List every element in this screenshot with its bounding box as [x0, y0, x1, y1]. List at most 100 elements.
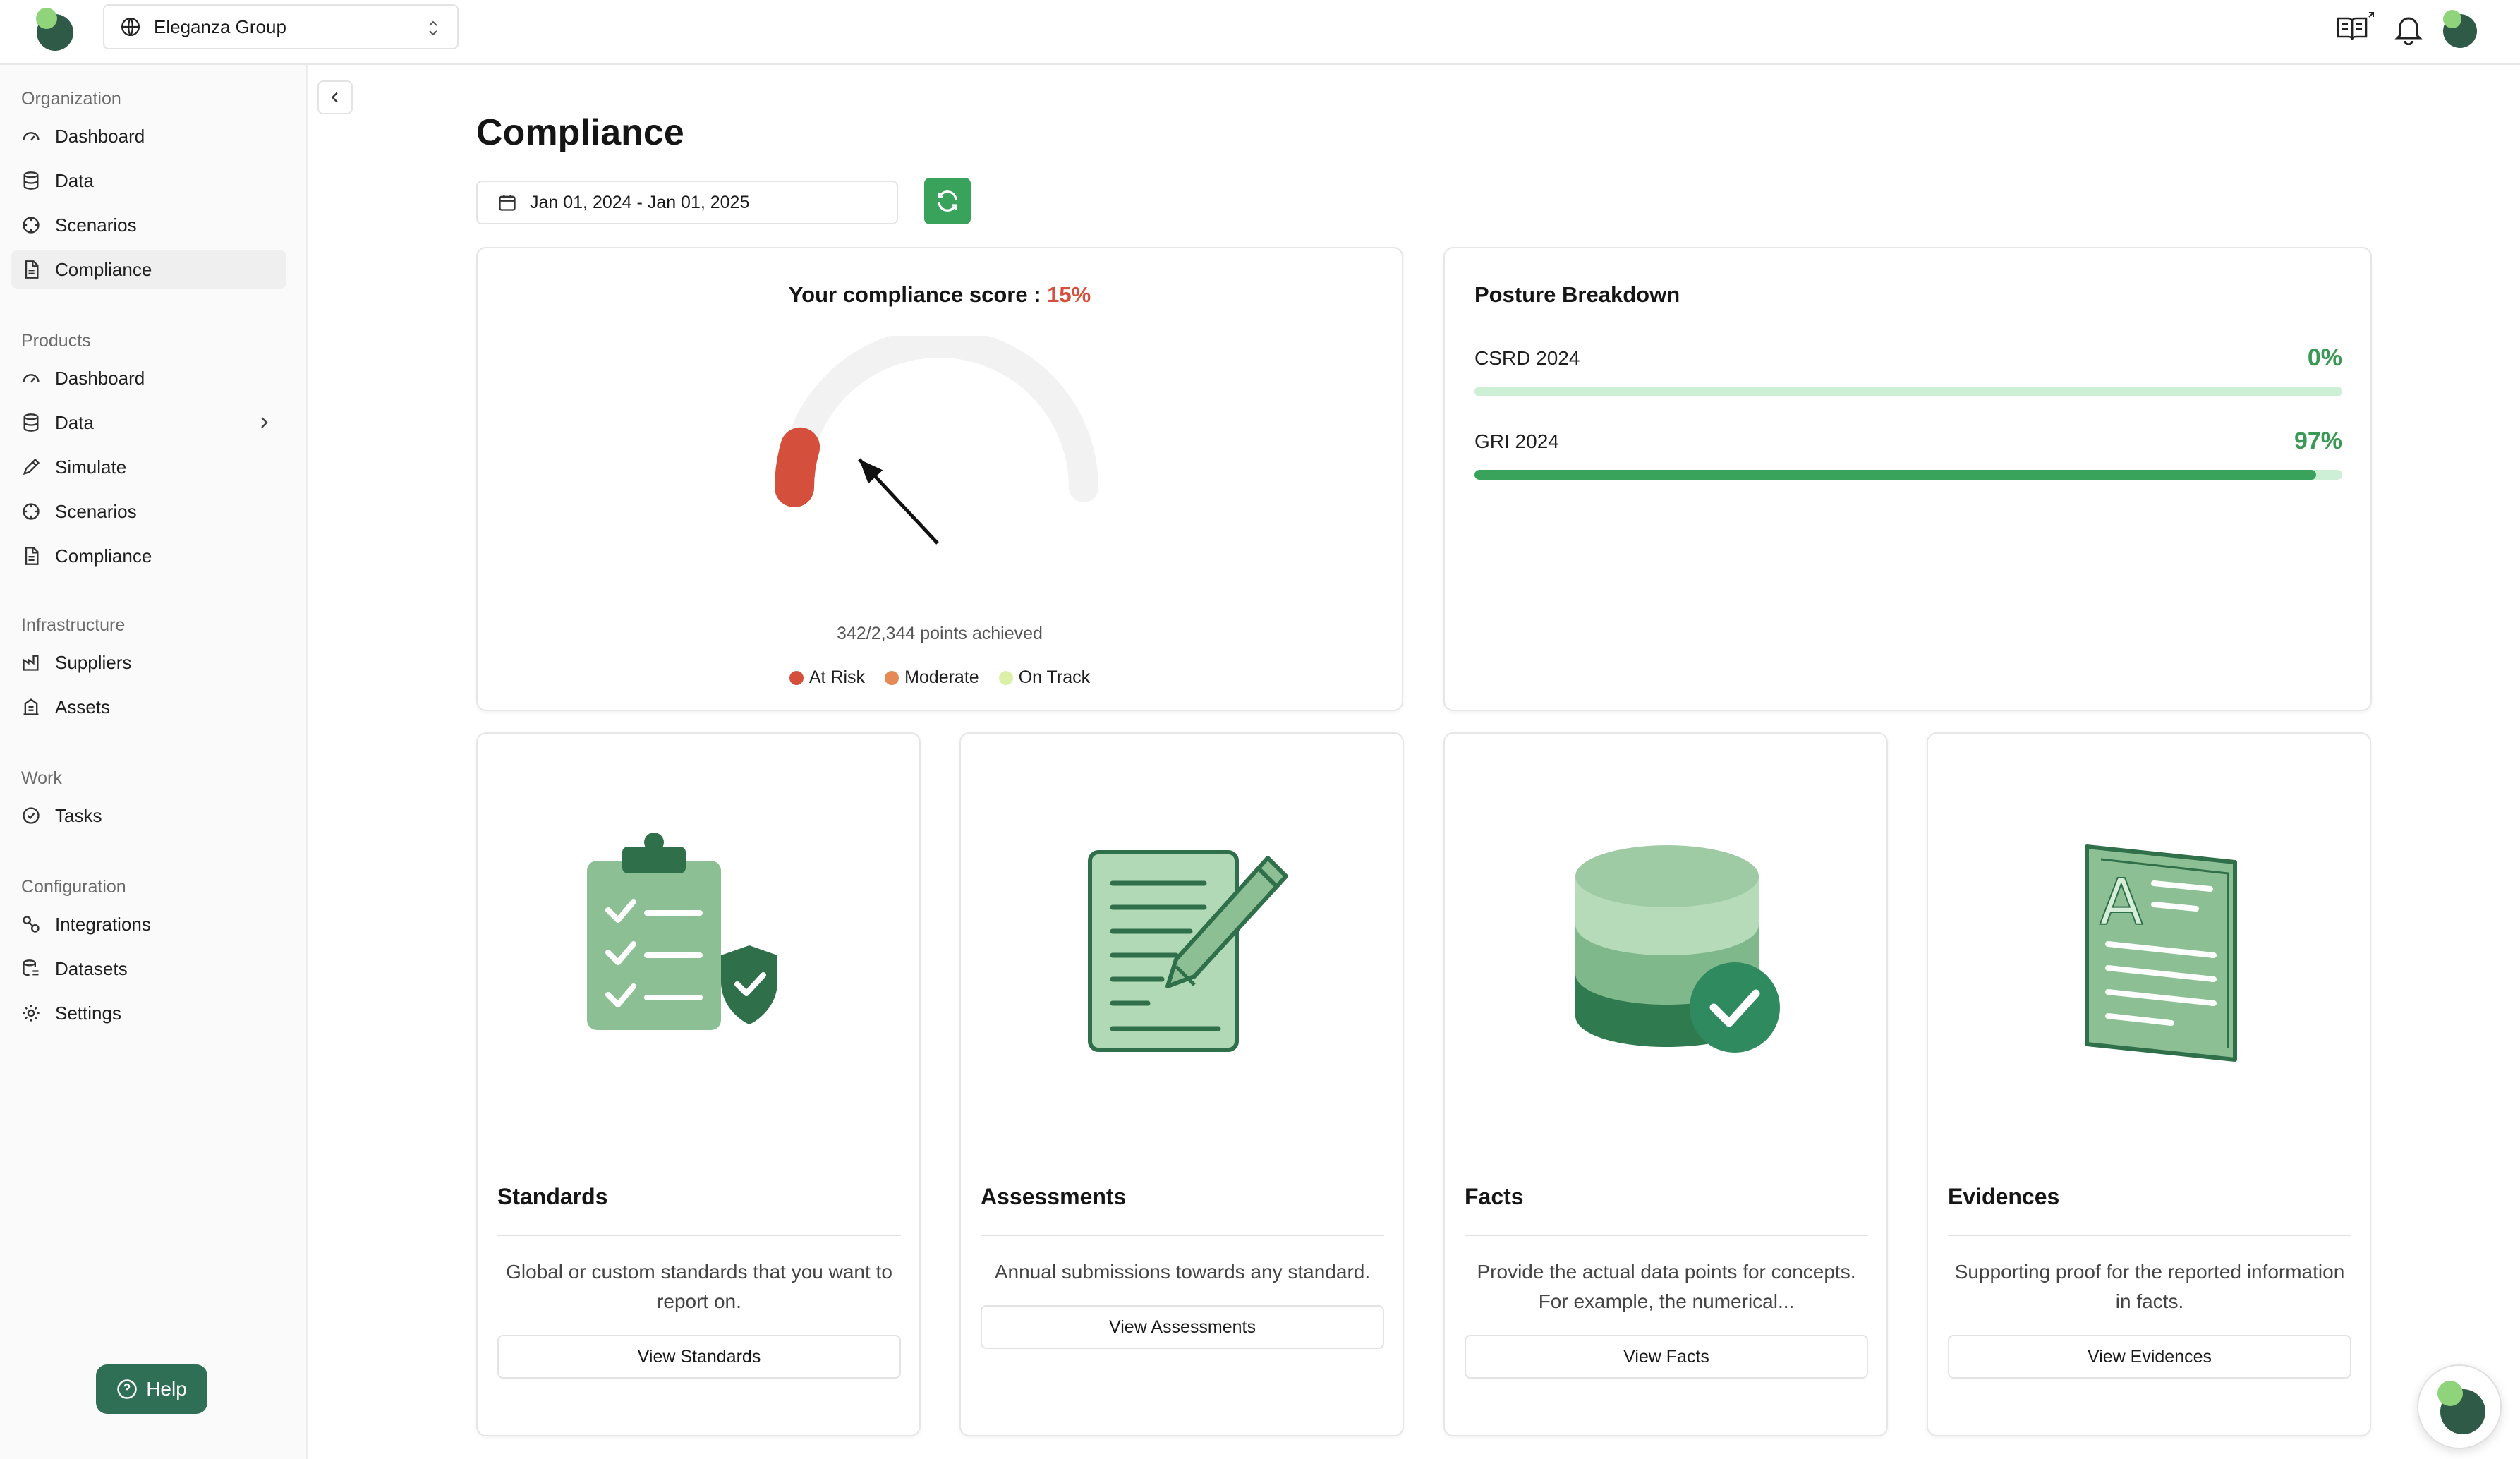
- user-avatar[interactable]: [2438, 7, 2482, 51]
- file-text-icon: [25, 547, 39, 565]
- database-icon: [23, 413, 39, 432]
- sidebar-item-settings[interactable]: Settings: [11, 994, 286, 1032]
- compliance-score-card: Your compliance score : 15% 342/2,344 po…: [476, 247, 1403, 711]
- date-range-text: Jan 01, 2024 - Jan 01, 2025: [530, 192, 750, 212]
- document-pencil-icon: [1088, 850, 1288, 1052]
- svg-text:A: A: [2100, 866, 2143, 940]
- sidebar: Organization Dashboard Data Scenarios Co…: [0, 65, 308, 1459]
- sidebar-item-tasks[interactable]: Tasks: [11, 797, 286, 835]
- sidebar-item-products-simulate[interactable]: Simulate: [11, 448, 286, 486]
- refresh-button[interactable]: [924, 178, 971, 224]
- posture-progress-track: [1474, 470, 2342, 480]
- sidebar-item-label: Data: [55, 411, 94, 433]
- sidebar-item-datasets[interactable]: Datasets: [11, 950, 286, 988]
- sidebar-item-label: Simulate: [55, 456, 127, 478]
- sidebar-section-organization: Organization: [21, 89, 121, 109]
- sidebar-section-work: Work: [21, 768, 62, 788]
- sidebar-item-label: Scenarios: [55, 214, 137, 236]
- legend-item-moderate: Moderate: [885, 667, 979, 688]
- sidebar-item-assets[interactable]: Assets: [11, 688, 286, 726]
- assistant-logo-icon: [2437, 1381, 2485, 1434]
- card-title: Standards: [497, 1184, 608, 1209]
- sidebar-item-org-data[interactable]: Data: [11, 162, 286, 200]
- organization-name: Eleganza Group: [154, 16, 286, 37]
- question-circle-icon: [117, 1379, 137, 1399]
- file-text-icon: [25, 260, 39, 279]
- card-divider: [981, 1235, 1384, 1236]
- sidebar-section-products: Products: [21, 331, 91, 351]
- card-description: Annual submissions towards any standard.: [994, 1261, 1371, 1283]
- sidebar-item-label: Scenarios: [55, 500, 137, 522]
- sidebar-item-products-scenarios[interactable]: Scenarios: [11, 492, 286, 531]
- sidebar-item-org-dashboard[interactable]: Dashboard: [11, 117, 286, 155]
- compliance-score-heading: Your compliance score : 15%: [478, 282, 1402, 308]
- chevron-right-icon[interactable]: [255, 414, 272, 431]
- legend-item-on-track: On Track: [998, 667, 1091, 688]
- gear-icon: [23, 1005, 40, 1022]
- database-icon: [23, 171, 39, 190]
- calendar-icon: [499, 195, 516, 211]
- help-button[interactable]: Help: [96, 1364, 207, 1414]
- dataset-icon: [23, 959, 39, 976]
- clipboard-shield-icon: [587, 833, 777, 1030]
- organization-select[interactable]: Eleganza Group: [103, 4, 459, 49]
- building-icon: [23, 698, 39, 715]
- standards-card: Standards Global or custom standards tha…: [476, 732, 921, 1436]
- legend-label: At Risk: [808, 667, 866, 687]
- posture-row-value: 0%: [2307, 344, 2342, 371]
- posture-row-name: GRI 2024: [1474, 430, 1559, 452]
- compliance-score-value: 15%: [1047, 282, 1091, 307]
- page-title: Compliance: [476, 112, 684, 153]
- sidebar-item-suppliers[interactable]: Suppliers: [11, 643, 286, 682]
- refresh-icon: [938, 190, 957, 212]
- points-achieved: 342/2,344 points achieved: [837, 624, 1043, 643]
- database-check-icon: [1575, 845, 1780, 1053]
- top-bar: Eleganza Group: [0, 0, 2520, 65]
- compliance-score-label: Your compliance score :: [788, 282, 1041, 307]
- legend-dot: [789, 670, 804, 685]
- legend-item-at-risk: At Risk: [789, 667, 865, 688]
- sidebar-item-label: Suppliers: [55, 651, 132, 673]
- sidebar-item-products-data[interactable]: Data: [11, 404, 286, 442]
- sidebar-item-label: Assets: [55, 696, 111, 718]
- date-range-picker[interactable]: Jan 01, 2024 - Jan 01, 2025: [476, 181, 898, 224]
- card-title: Assessments: [981, 1184, 1127, 1209]
- globe-icon: [121, 18, 140, 36]
- collapse-sidebar-button[interactable]: [317, 80, 353, 114]
- view-evidences-button[interactable]: View Evidences: [1948, 1335, 2351, 1379]
- legend-label: Moderate: [904, 667, 979, 687]
- sidebar-item-products-dashboard[interactable]: Dashboard: [11, 359, 286, 397]
- notifications-bell-icon[interactable]: [2392, 11, 2425, 45]
- integrations-icon: [23, 916, 40, 933]
- crosshair-icon: [23, 217, 40, 234]
- sidebar-item-label: Integrations: [55, 913, 151, 935]
- view-standards-button[interactable]: View Standards: [497, 1335, 901, 1379]
- documentation-icon[interactable]: [2335, 11, 2375, 45]
- view-assessments-button[interactable]: View Assessments: [981, 1305, 1384, 1349]
- gauge-icon: [23, 132, 40, 141]
- posture-progress-track: [1474, 387, 2342, 396]
- legend-dot: [885, 670, 899, 685]
- posture-breakdown-title: Posture Breakdown: [1474, 282, 1680, 307]
- evidences-card: A Evidences Supporting proof for the rep…: [1927, 732, 2371, 1436]
- factory-icon: [23, 655, 39, 671]
- chevron-up-down-icon: [429, 20, 437, 36]
- sidebar-item-org-compliance[interactable]: Compliance: [11, 250, 286, 289]
- card-description: Global or custom standards that you want…: [506, 1261, 892, 1312]
- app-logo-icon[interactable]: [31, 6, 79, 52]
- view-facts-button[interactable]: View Facts: [1465, 1335, 1868, 1379]
- assistant-chat-button[interactable]: [2417, 1364, 2502, 1449]
- sidebar-item-label: Dashboard: [55, 367, 145, 389]
- sidebar-item-integrations[interactable]: Integrations: [11, 905, 286, 943]
- gauge-track: [780, 336, 1098, 502]
- legend-label: On Track: [1018, 667, 1091, 687]
- assessments-card: Assessments Annual submissions towards a…: [959, 732, 1404, 1436]
- posture-progress-fill: [1474, 470, 2317, 480]
- card-description: Provide the actual data points for conce…: [1477, 1261, 1856, 1312]
- gauge-fill: [775, 427, 820, 507]
- sidebar-item-org-scenarios[interactable]: Scenarios: [11, 206, 286, 244]
- card-divider: [1948, 1235, 2351, 1236]
- sidebar-item-products-compliance[interactable]: Compliance: [11, 537, 286, 575]
- card-title: Evidences: [1948, 1184, 2060, 1209]
- facts-card: Facts Provide the actual data points for…: [1443, 732, 1888, 1436]
